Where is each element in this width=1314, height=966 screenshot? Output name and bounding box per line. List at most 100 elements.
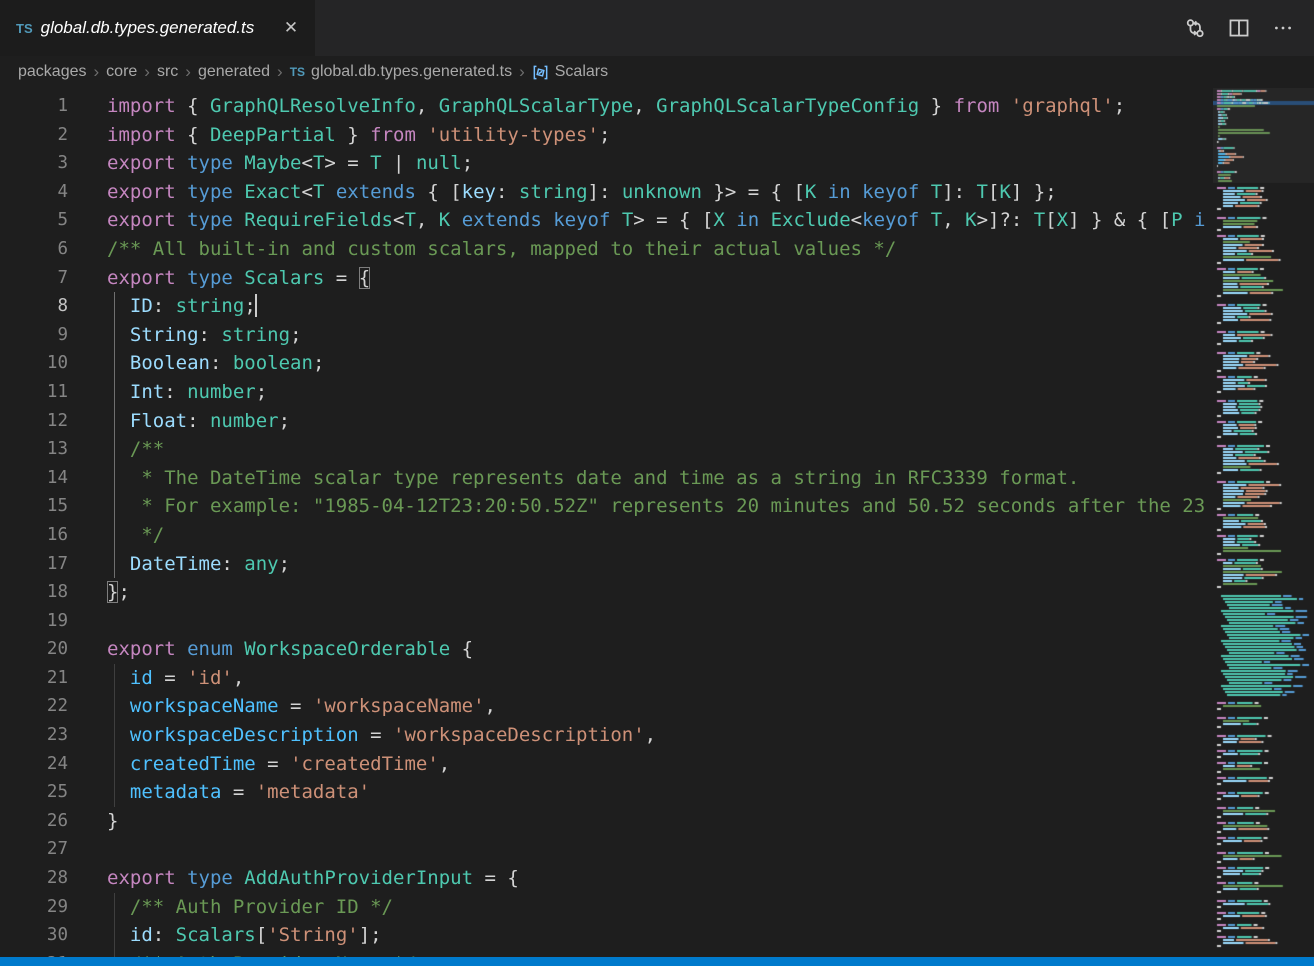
line-number: 2	[0, 121, 68, 150]
code-line[interactable]: 17 DateTime: any;	[0, 550, 1205, 579]
breadcrumb-item-core[interactable]: core	[106, 63, 137, 81]
line-number: 10	[0, 349, 68, 378]
code-text: createdTime = 'createdTime',	[68, 750, 1205, 779]
line-number: 30	[0, 921, 68, 950]
breadcrumb-label: core	[106, 63, 137, 81]
code-text: workspaceDescription = 'workspaceDescrip…	[68, 721, 1205, 750]
code-text: export type RequireFields<T, K extends k…	[68, 206, 1205, 235]
code-line[interactable]: 7export type Scalars = {	[0, 264, 1205, 293]
line-number: 14	[0, 464, 68, 493]
more-actions-icon[interactable]	[1268, 13, 1298, 43]
breadcrumb-item-scalars[interactable]: Scalars	[532, 63, 608, 81]
code-line[interactable]: 28export type AddAuthProviderInput = {	[0, 864, 1205, 893]
breadcrumb-separator: ›	[277, 62, 283, 82]
code-text: * The DateTime scalar type represents da…	[68, 464, 1205, 493]
code-line[interactable]: 1import { GraphQLResolveInfo, GraphQLSca…	[0, 92, 1205, 121]
code-line[interactable]: 23 workspaceDescription = 'workspaceDesc…	[0, 721, 1205, 750]
code-line[interactable]: 26}	[0, 807, 1205, 836]
code-text: */	[68, 521, 1205, 550]
code-line[interactable]: 5export type RequireFields<T, K extends …	[0, 206, 1205, 235]
line-number: 5	[0, 206, 68, 235]
editor-pane[interactable]: 1import { GraphQLResolveInfo, GraphQLSca…	[0, 88, 1314, 966]
code-line[interactable]: 12 Float: number;	[0, 407, 1205, 436]
code-line[interactable]: 11 Int: number;	[0, 378, 1205, 407]
breadcrumb-separator: ›	[519, 62, 525, 82]
line-number: 17	[0, 550, 68, 579]
code-area[interactable]: 1import { GraphQLResolveInfo, GraphQLSca…	[0, 92, 1205, 966]
line-number: 25	[0, 778, 68, 807]
breadcrumb-separator: ›	[94, 62, 100, 82]
code-line[interactable]: 9 String: string;	[0, 321, 1205, 350]
line-number: 24	[0, 750, 68, 779]
line-number: 29	[0, 893, 68, 922]
code-line[interactable]: 25 metadata = 'metadata'	[0, 778, 1205, 807]
breadcrumb-item-packages[interactable]: packages	[18, 63, 87, 81]
line-number: 20	[0, 635, 68, 664]
code-line[interactable]: 2import { DeepPartial } from 'utility-ty…	[0, 121, 1205, 150]
code-text: };	[68, 578, 1205, 607]
code-text: export type Scalars = {	[68, 264, 1205, 293]
code-line[interactable]: 15 * For example: "1985-04-12T23:20:50.5…	[0, 492, 1205, 521]
breadcrumb-label: packages	[18, 63, 87, 81]
tab-global-db-types[interactable]: TS global.db.types.generated.ts ✕	[0, 0, 316, 56]
line-number: 1	[0, 92, 68, 121]
line-number: 13	[0, 435, 68, 464]
line-number: 9	[0, 321, 68, 350]
status-bar	[0, 957, 1314, 966]
code-line[interactable]: 4export type Exact<T extends { [key: str…	[0, 178, 1205, 207]
code-line[interactable]: 30 id: Scalars['String'];	[0, 921, 1205, 950]
code-line[interactable]: 18};	[0, 578, 1205, 607]
minimap[interactable]	[1213, 88, 1314, 956]
code-line[interactable]: 21 id = 'id',	[0, 664, 1205, 693]
code-text: /**	[68, 435, 1205, 464]
code-text: export type Maybe<T> = T | null;	[68, 149, 1205, 178]
code-line[interactable]: 20export enum WorkspaceOrderable {	[0, 635, 1205, 664]
line-number: 26	[0, 807, 68, 836]
breadcrumb-item-generated[interactable]: generated	[198, 63, 270, 81]
line-number: 3	[0, 149, 68, 178]
close-tab-icon[interactable]: ✕	[279, 16, 303, 40]
line-number: 21	[0, 664, 68, 693]
code-text: id: Scalars['String'];	[68, 921, 1205, 950]
breadcrumb-separator: ›	[185, 62, 191, 82]
line-number: 7	[0, 264, 68, 293]
line-number: 15	[0, 492, 68, 521]
code-line[interactable]: 8 ID: string;	[0, 292, 1205, 321]
code-line[interactable]: 3export type Maybe<T> = T | null;	[0, 149, 1205, 178]
code-text: Float: number;	[68, 407, 1205, 436]
line-number: 8	[0, 292, 68, 321]
code-text	[68, 835, 1205, 864]
symbol-type-icon	[532, 64, 549, 81]
vscode-window: TS global.db.types.generated.ts ✕	[0, 0, 1314, 966]
line-number: 11	[0, 378, 68, 407]
code-text: import { GraphQLResolveInfo, GraphQLScal…	[68, 92, 1205, 121]
breadcrumb-separator: ›	[144, 62, 150, 82]
open-changes-icon[interactable]	[1180, 13, 1210, 43]
code-line[interactable]: 27	[0, 835, 1205, 864]
code-line[interactable]: 19	[0, 607, 1205, 636]
line-number: 23	[0, 721, 68, 750]
code-line[interactable]: 14 * The DateTime scalar type represents…	[0, 464, 1205, 493]
code-text: DateTime: any;	[68, 550, 1205, 579]
code-line[interactable]: 29 /** Auth Provider ID */	[0, 893, 1205, 922]
breadcrumb-item-src[interactable]: src	[157, 63, 178, 81]
editor-actions	[1180, 0, 1314, 56]
ts-file-icon: TS	[290, 65, 305, 79]
code-line[interactable]: 6/** All built-in and custom scalars, ma…	[0, 235, 1205, 264]
code-line[interactable]: 24 createdTime = 'createdTime',	[0, 750, 1205, 779]
code-line[interactable]: 10 Boolean: boolean;	[0, 349, 1205, 378]
text-cursor	[255, 294, 257, 317]
code-text: import { DeepPartial } from 'utility-typ…	[68, 121, 1205, 150]
code-line[interactable]: 22 workspaceName = 'workspaceName',	[0, 692, 1205, 721]
line-number: 16	[0, 521, 68, 550]
code-text: id = 'id',	[68, 664, 1205, 693]
breadcrumb-item-global-db-types-generated-ts[interactable]: TS global.db.types.generated.ts	[290, 63, 512, 81]
ts-file-icon: TS	[16, 21, 33, 36]
code-text: Boolean: boolean;	[68, 349, 1205, 378]
tab-title: global.db.types.generated.ts	[41, 18, 255, 38]
code-line[interactable]: 13 /**	[0, 435, 1205, 464]
breadcrumb-label: global.db.types.generated.ts	[311, 63, 512, 81]
split-editor-icon[interactable]	[1224, 13, 1254, 43]
code-line[interactable]: 16 */	[0, 521, 1205, 550]
breadcrumb-label: src	[157, 63, 178, 81]
